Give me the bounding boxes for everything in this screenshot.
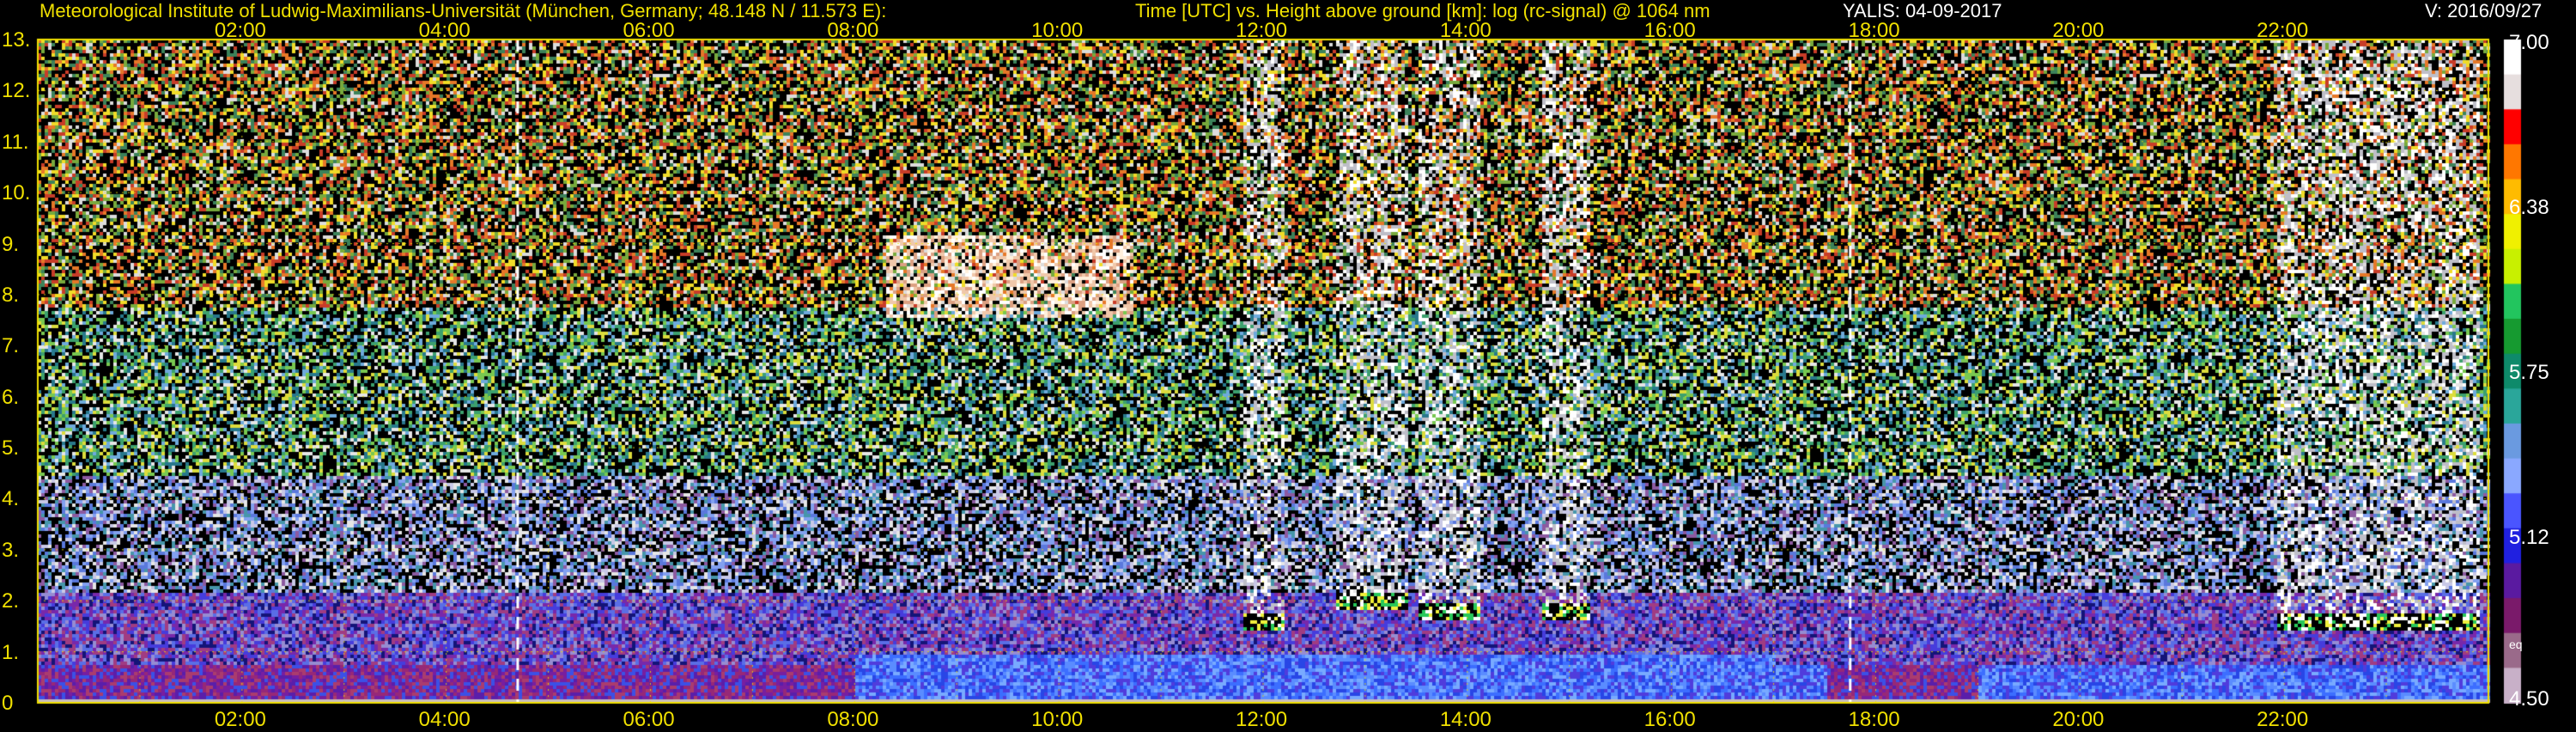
y-tick: 1.	[2, 640, 20, 664]
x-tick-top: 06:00	[623, 19, 675, 42]
colorbar-label-2: 6.38	[2509, 196, 2549, 219]
x-tick-bottom: 04:00	[418, 708, 471, 731]
x-tick-bottom: 18:00	[1848, 708, 1900, 731]
x-tick-bottom: 16:00	[1643, 708, 1696, 731]
x-tick-bottom: 20:00	[2052, 708, 2105, 731]
x-tick-top: 22:00	[2257, 19, 2309, 42]
x-tick-top: 02:00	[214, 19, 266, 42]
x-tick-bottom: 06:00	[623, 708, 675, 731]
x-tick-bottom: 12:00	[1236, 708, 1288, 731]
x-tick-top: 10:00	[1031, 19, 1084, 42]
y-tick: 2.	[2, 589, 20, 613]
x-tick-top: 12:00	[1236, 19, 1288, 42]
x-tick-bottom: 14:00	[1439, 708, 1492, 731]
x-tick-top: 08:00	[827, 19, 879, 42]
colorbar-label-3: 5.75	[2509, 361, 2549, 384]
y-tick: 11.	[2, 130, 29, 154]
x-tick-bottom: 02:00	[214, 708, 266, 731]
x-tick-bottom: 10:00	[1031, 708, 1084, 731]
colorbar-label-min: 4.50	[2509, 687, 2549, 711]
y-tick: 13.	[2, 28, 31, 52]
version-label: V: 2016/09/27	[2425, 0, 2543, 21]
y-tick: 8.	[2, 283, 20, 307]
y-tick: 0	[2, 692, 14, 715]
x-tick-bottom: 08:00	[827, 708, 879, 731]
x-tick-top: 18:00	[1848, 19, 1900, 42]
y-tick: 7.	[2, 334, 20, 358]
lidar-heatmap	[0, 0, 2576, 730]
x-tick-top: 04:00	[418, 19, 471, 42]
colorbar-label-4: 5.12	[2509, 526, 2549, 549]
colorbar-label-max: 7.00	[2509, 31, 2549, 54]
x-tick-top: 14:00	[1439, 19, 1492, 42]
y-tick: 5.	[2, 436, 20, 461]
y-tick: 4.	[2, 487, 20, 511]
y-tick: 6.	[2, 385, 20, 409]
x-tick-top: 16:00	[1643, 19, 1696, 42]
colorbar-eq-label: eq	[2509, 637, 2523, 651]
y-tick: 3.	[2, 538, 20, 562]
x-tick-top: 20:00	[2052, 19, 2105, 42]
y-tick: 9.	[2, 232, 20, 256]
plot-title: Time [UTC] vs. Height above ground [km]:…	[1135, 0, 1710, 21]
x-tick-bottom: 22:00	[2257, 708, 2309, 731]
y-tick: 10.	[2, 181, 31, 205]
y-tick: 12.	[2, 79, 31, 103]
